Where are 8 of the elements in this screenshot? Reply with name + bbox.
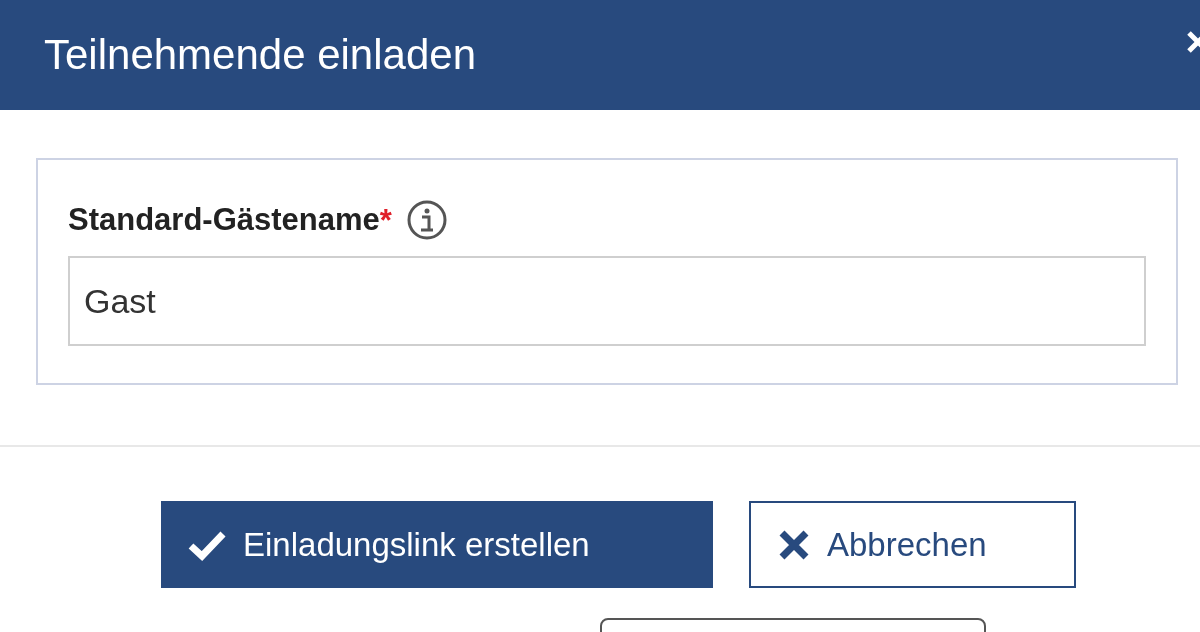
close-icon[interactable] [1186, 30, 1200, 54]
cancel-button[interactable]: Abbrechen [749, 501, 1076, 588]
dialog-title: Teilnehmende einladen [44, 34, 476, 76]
guest-name-field[interactable]: Gast [68, 256, 1146, 346]
info-icon[interactable] [405, 199, 448, 241]
create-link-button[interactable]: Einladungslink erstellen [161, 501, 713, 588]
field-label: Standard-Gästename [68, 200, 380, 239]
required-mark: * [379, 202, 392, 240]
